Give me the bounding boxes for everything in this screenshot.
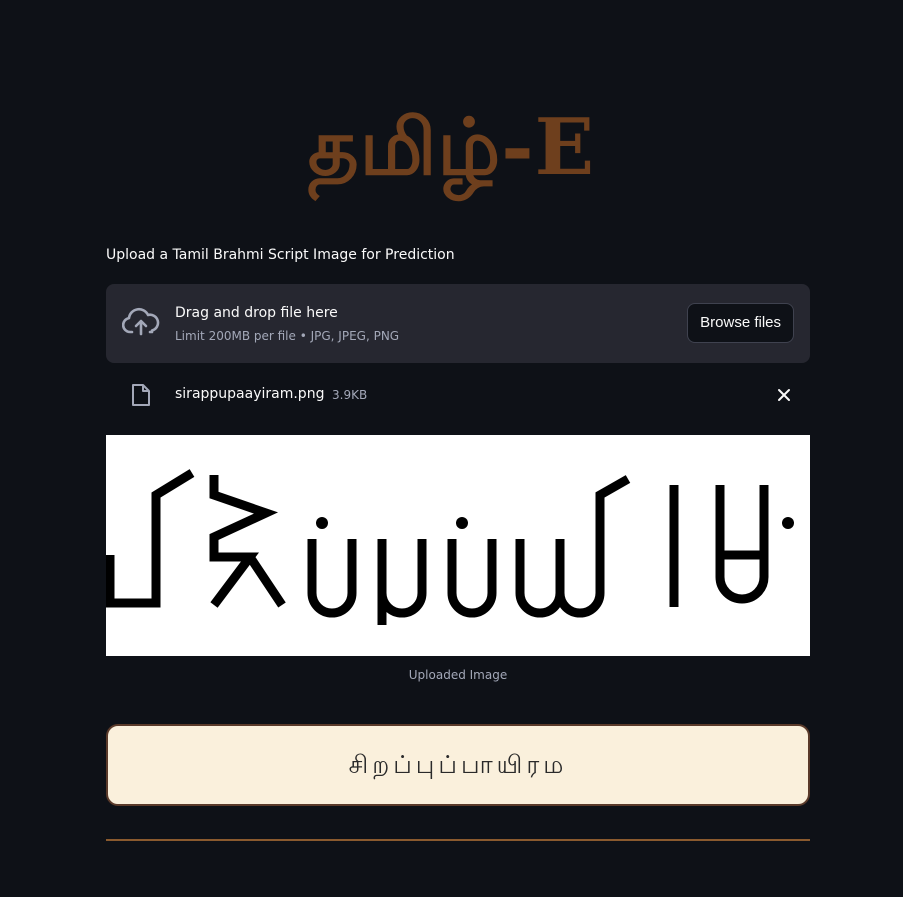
brahmi-script-image <box>106 469 794 625</box>
divider <box>106 839 810 841</box>
page-title: தமிழ்-E <box>307 102 596 193</box>
prediction-result: சிறப்புப்பாயிரம <box>106 724 810 806</box>
uploaded-image <box>106 435 810 656</box>
image-caption: Uploaded Image <box>408 668 508 682</box>
file-size: 3.9KB <box>332 388 368 402</box>
file-dropzone[interactable]: Drag and drop file here Limit 200MB per … <box>106 284 810 363</box>
app-page: தமிழ்-E Upload a Tamil Brahmi Script Ima… <box>0 0 903 897</box>
close-icon[interactable] <box>776 387 792 403</box>
cloud-upload-icon <box>122 307 160 336</box>
dropzone-title: Drag and drop file here <box>175 305 338 321</box>
dropzone-limit: Limit 200MB per file • JPG, JPEG, PNG <box>175 329 400 343</box>
file-name: sirappupaayiram.png <box>175 386 325 402</box>
file-icon <box>132 384 150 406</box>
uploaded-file-row: sirappupaayiram.png 3.9KB <box>106 378 810 412</box>
browse-files-button[interactable]: Browse files <box>687 303 794 343</box>
upload-label: Upload a Tamil Brahmi Script Image for P… <box>106 247 455 263</box>
